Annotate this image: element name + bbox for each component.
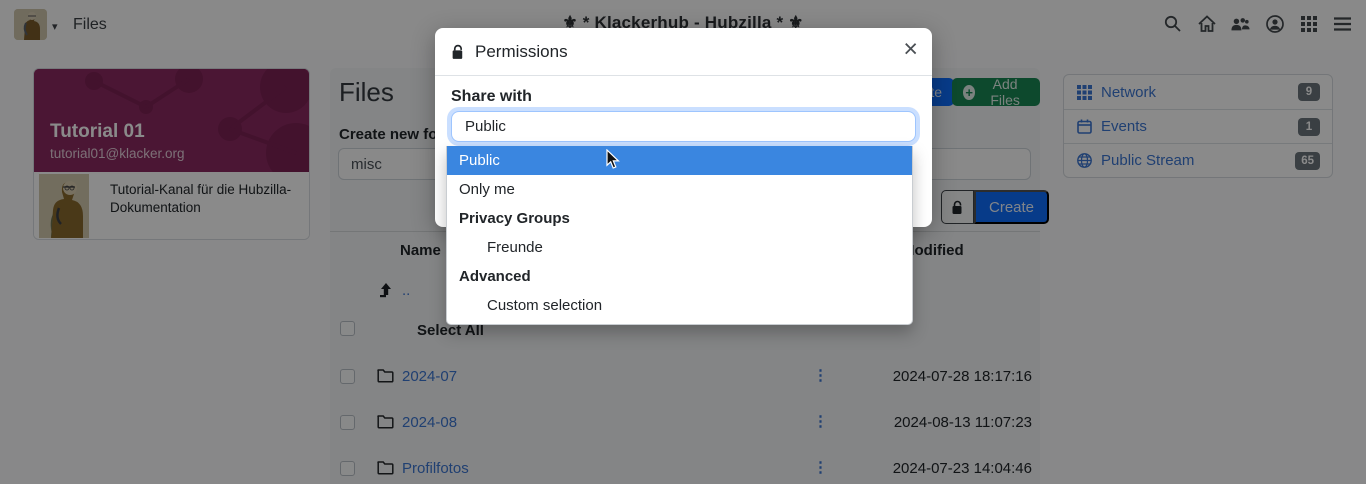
dropdown-header-privacy-groups: Privacy Groups xyxy=(447,204,912,233)
modal-header: Permissions × xyxy=(435,28,932,76)
modal-title: Permissions xyxy=(475,42,568,62)
dropdown-option-only-me[interactable]: Only me xyxy=(447,175,912,204)
dropdown-option-freunde[interactable]: Freunde xyxy=(447,233,912,262)
mouse-cursor xyxy=(606,149,621,175)
share-with-label: Share with xyxy=(451,88,532,106)
share-with-dropdown: Public Only me Privacy Groups Freunde Ad… xyxy=(446,146,913,325)
dropdown-header-advanced: Advanced xyxy=(447,262,912,291)
dropdown-option-public[interactable]: Public xyxy=(447,146,912,175)
share-with-input[interactable] xyxy=(451,111,916,142)
unlock-icon xyxy=(451,44,466,60)
dropdown-option-custom-selection[interactable]: Custom selection xyxy=(447,291,912,320)
hubzilla-files-page: ▾ Files ⚜ * Klackerhub - Hubzilla * ⚜ xyxy=(0,0,1366,484)
close-icon[interactable]: × xyxy=(903,37,918,62)
